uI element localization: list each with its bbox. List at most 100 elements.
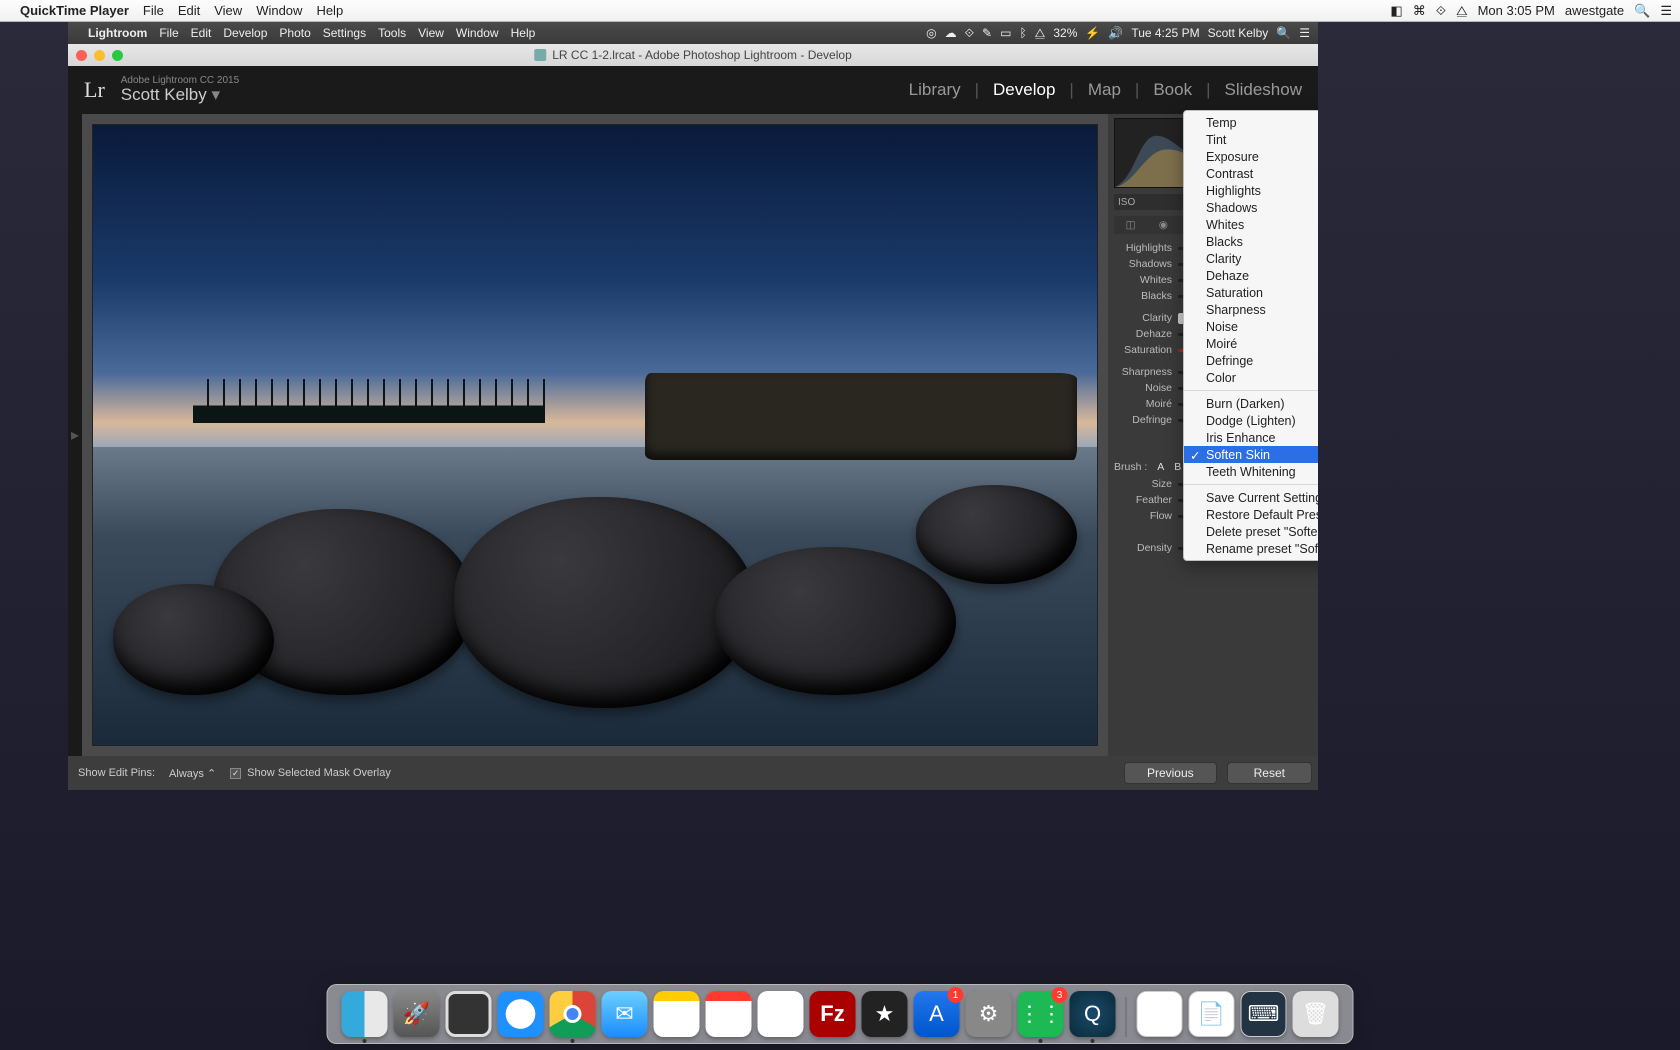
preset-menu-item[interactable]: Contrast bbox=[1184, 165, 1318, 182]
left-panel-collapsed[interactable]: ▸ bbox=[68, 114, 82, 756]
preset-menu-item[interactable]: Dodge (Lighten) bbox=[1184, 412, 1318, 429]
inner-clock[interactable]: Tue 4:25 PM bbox=[1131, 26, 1199, 40]
inner-battery-icon[interactable]: ⚡ bbox=[1085, 26, 1100, 40]
host-menu-window[interactable]: Window bbox=[256, 3, 302, 18]
preset-menu-item[interactable]: Shadows bbox=[1184, 199, 1318, 216]
preset-menu-item[interactable]: Save Current Settings as New Preset… bbox=[1184, 489, 1318, 506]
inner-status-icon-2[interactable]: ☁ bbox=[945, 26, 957, 40]
reset-button[interactable]: Reset bbox=[1227, 762, 1312, 784]
dock-quicktime-icon[interactable]: Q bbox=[1070, 991, 1116, 1037]
zoom-icon[interactable] bbox=[112, 50, 123, 61]
inner-menu-file[interactable]: File bbox=[159, 26, 178, 40]
host-menu-edit[interactable]: Edit bbox=[178, 3, 200, 18]
dock-safari-icon[interactable] bbox=[498, 991, 544, 1037]
inner-menu-edit[interactable]: Edit bbox=[191, 26, 212, 40]
module-book[interactable]: Book bbox=[1153, 80, 1192, 100]
close-icon[interactable] bbox=[76, 50, 87, 61]
dock-calendar-icon[interactable]: 28 bbox=[706, 991, 752, 1037]
dock-finder-icon[interactable] bbox=[342, 991, 388, 1037]
spot-tool-icon[interactable]: ◉ bbox=[1159, 219, 1168, 231]
inner-menu-settings[interactable]: Settings bbox=[323, 26, 366, 40]
brush-b[interactable]: B bbox=[1174, 461, 1181, 473]
preset-menu-item[interactable]: Teeth Whitening bbox=[1184, 463, 1318, 480]
dock-imovie-icon[interactable]: ★ bbox=[862, 991, 908, 1037]
previous-button[interactable]: Previous bbox=[1124, 762, 1217, 784]
crop-tool-icon[interactable]: ◫ bbox=[1126, 219, 1136, 231]
module-map[interactable]: Map bbox=[1088, 80, 1121, 100]
dock-photos-icon[interactable]: ✿ bbox=[758, 991, 804, 1037]
preset-menu-item[interactable]: Soften Skin↖ bbox=[1184, 446, 1318, 463]
preset-menu-item[interactable]: Sharpness bbox=[1184, 301, 1318, 318]
inner-display-icon[interactable]: ▭ bbox=[1000, 26, 1011, 40]
mask-overlay-toggle[interactable]: ✓Show Selected Mask Overlay bbox=[230, 767, 391, 779]
inner-menu-help[interactable]: Help bbox=[511, 26, 536, 40]
inner-notification-icon[interactable]: ☰ bbox=[1299, 26, 1310, 40]
inner-menu-photo[interactable]: Photo bbox=[279, 26, 310, 40]
dock-stack-1-icon[interactable]: 🖨 bbox=[1137, 991, 1183, 1037]
dock-chrome-icon[interactable] bbox=[550, 991, 596, 1037]
wifi-icon[interactable]: ⧋ bbox=[1456, 3, 1468, 19]
brush-a[interactable]: A bbox=[1157, 461, 1164, 473]
preset-menu-item[interactable]: Dehaze bbox=[1184, 267, 1318, 284]
preset-menu-item[interactable]: Exposure bbox=[1184, 148, 1318, 165]
inner-spotlight-icon[interactable]: 🔍 bbox=[1276, 26, 1291, 40]
dock-launchpad-icon[interactable]: 🚀 bbox=[394, 991, 440, 1037]
preset-menu-item[interactable]: Burn (Darken) bbox=[1184, 395, 1318, 412]
inner-app-name[interactable]: Lightroom bbox=[88, 26, 147, 40]
host-menu-view[interactable]: View bbox=[214, 3, 242, 18]
host-app-name[interactable]: QuickTime Player bbox=[20, 3, 129, 18]
inner-user[interactable]: Scott Kelby bbox=[1208, 26, 1269, 40]
preset-menu-item[interactable]: Restore Default Presets bbox=[1184, 506, 1318, 523]
dock-mission-control-icon[interactable] bbox=[446, 991, 492, 1037]
photo-canvas[interactable] bbox=[82, 114, 1108, 756]
preset-menu-item[interactable]: Delete preset "Soften Skin"… bbox=[1184, 523, 1318, 540]
preset-menu-item[interactable]: Defringe bbox=[1184, 352, 1318, 369]
edit-pins-value[interactable]: Always ⌃ bbox=[169, 767, 216, 780]
inner-status-icon-1[interactable]: ◎ bbox=[926, 26, 936, 40]
dropbox-icon[interactable]: ⟐ bbox=[1436, 3, 1446, 19]
preset-menu-item[interactable]: Blacks bbox=[1184, 233, 1318, 250]
preset-menu-item[interactable]: Color bbox=[1184, 369, 1318, 386]
preset-menu-item[interactable]: Tint bbox=[1184, 131, 1318, 148]
inner-menu-tools[interactable]: Tools bbox=[378, 26, 406, 40]
preset-menu-item[interactable]: Iris Enhance bbox=[1184, 429, 1318, 446]
inner-dropbox-icon[interactable]: ⟐ bbox=[965, 26, 974, 41]
dock-appstore-icon[interactable]: A1 bbox=[914, 991, 960, 1037]
inner-battery-pct[interactable]: 32% bbox=[1053, 26, 1077, 40]
preset-menu-item[interactable]: Highlights bbox=[1184, 182, 1318, 199]
dock-stack-3-icon[interactable]: ⌨ bbox=[1241, 991, 1287, 1037]
identity-chevron-icon[interactable]: ▾ bbox=[212, 85, 221, 104]
menubar-extra-icon[interactable]: ⌘ bbox=[1413, 3, 1426, 19]
dock-settings-icon[interactable]: ⚙ bbox=[966, 991, 1012, 1037]
module-develop[interactable]: Develop bbox=[993, 80, 1055, 100]
dock-mail-icon[interactable]: ✉︎ bbox=[602, 991, 648, 1037]
preset-menu-item[interactable]: Whites bbox=[1184, 216, 1318, 233]
inner-menu-view[interactable]: View bbox=[418, 26, 444, 40]
inner-menu-window[interactable]: Window bbox=[456, 26, 499, 40]
spotlight-icon[interactable]: 🔍 bbox=[1634, 3, 1650, 19]
inner-evernote-icon[interactable]: ✎ bbox=[982, 26, 992, 40]
minimize-icon[interactable] bbox=[94, 50, 105, 61]
notifications-icon[interactable]: ◧ bbox=[1390, 3, 1402, 19]
inner-wifi-icon[interactable]: ⧋ bbox=[1035, 26, 1046, 41]
dock-trash-icon[interactable]: 🗑 bbox=[1293, 991, 1339, 1037]
notification-center-icon[interactable]: ☰ bbox=[1660, 3, 1672, 19]
dock-notes-icon[interactable] bbox=[654, 991, 700, 1037]
preset-menu-item[interactable]: Saturation bbox=[1184, 284, 1318, 301]
preset-menu-item[interactable]: Rename preset "Soften Skin"… bbox=[1184, 540, 1318, 557]
preset-menu-item[interactable]: Clarity bbox=[1184, 250, 1318, 267]
host-menu-help[interactable]: Help bbox=[316, 3, 343, 18]
inner-bluetooth-icon[interactable]: ᛒ bbox=[1019, 26, 1026, 40]
host-user[interactable]: awestgate bbox=[1565, 3, 1624, 18]
inner-menu-develop[interactable]: Develop bbox=[223, 26, 267, 40]
module-library[interactable]: Library bbox=[909, 80, 961, 100]
preset-menu-item[interactable]: Temp bbox=[1184, 114, 1318, 131]
inner-volume-icon[interactable]: 🔊 bbox=[1108, 26, 1123, 40]
preset-menu-item[interactable]: Moiré bbox=[1184, 335, 1318, 352]
preset-menu-item[interactable]: Noise bbox=[1184, 318, 1318, 335]
host-menu-file[interactable]: File bbox=[143, 3, 164, 18]
dock-filezilla-icon[interactable]: Fz bbox=[810, 991, 856, 1037]
module-slideshow[interactable]: Slideshow bbox=[1225, 80, 1303, 100]
host-clock[interactable]: Mon 3:05 PM bbox=[1478, 3, 1555, 18]
dock-stack-2-icon[interactable]: 📄 bbox=[1189, 991, 1235, 1037]
